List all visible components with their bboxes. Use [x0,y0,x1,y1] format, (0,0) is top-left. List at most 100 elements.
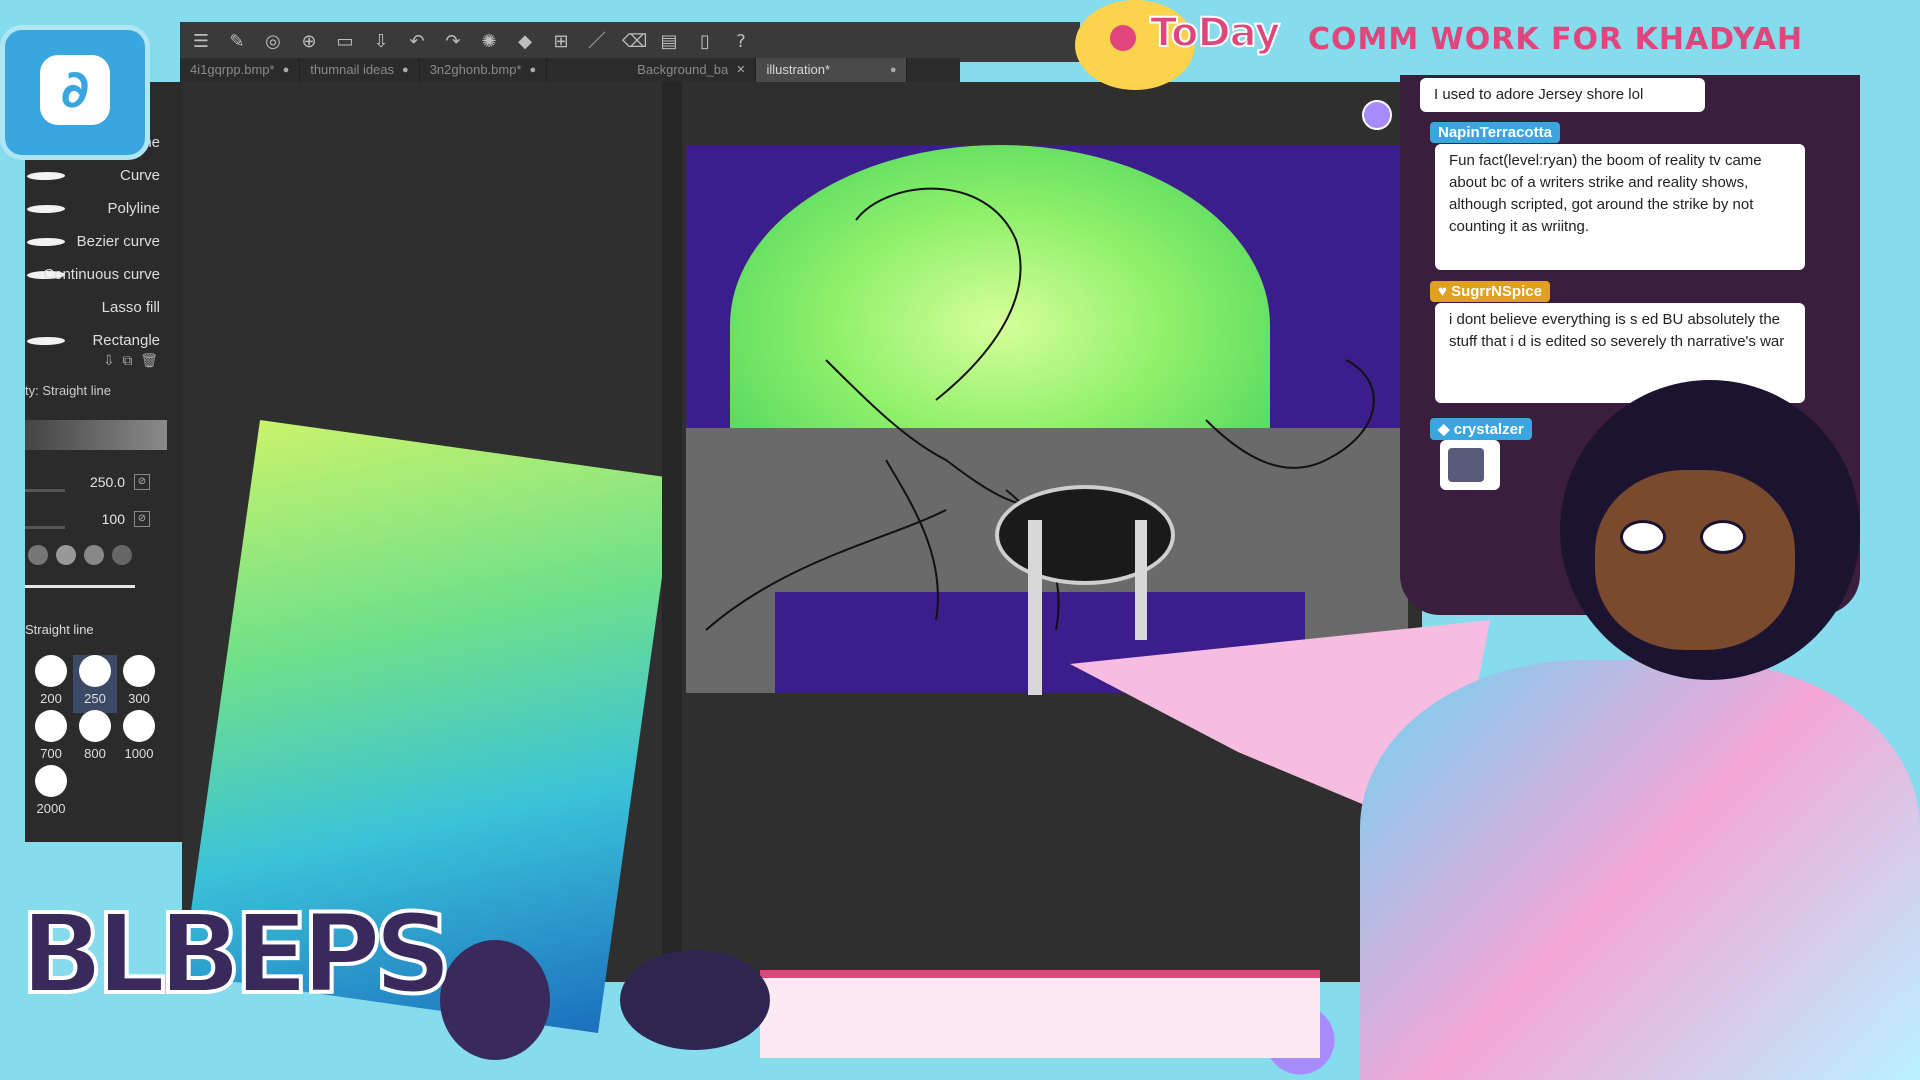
tool-label: Rectangle [92,332,160,349]
brush-size-option[interactable]: 300 [117,655,161,713]
badge-icon: ♥ [1438,283,1447,300]
channel-logo: BLBEPS [18,888,455,1020]
chat-emote-bubble [1440,440,1500,490]
tool-item-curve[interactable]: Curve [25,160,160,192]
unsaved-dot-icon: ● [889,64,897,76]
pressure-toggle-icon[interactable]: ⊘ [134,474,150,490]
tool-item-polyline[interactable]: Polyline [25,193,160,225]
size-slider[interactable]: 250.0 ⊘ [25,472,155,494]
stroke-preview-icon [25,238,67,246]
tool-label: Polyline [107,200,160,217]
size-value[interactable]: 250.0 [90,474,125,490]
brush-icon[interactable]: ◎ [262,31,284,53]
unsaved-dot-icon: ● [529,64,537,76]
brush-dot-icon [123,710,155,742]
transform-icon[interactable]: ⊞ [550,31,572,53]
tab-label: illustration* [766,62,831,77]
menu-icon[interactable]: ☰ [190,31,212,53]
save-icon[interactable]: ⇩ [370,31,392,53]
brush-size-option-selected[interactable]: 250 [73,655,117,713]
loading-icon[interactable]: ✺ [478,31,500,53]
tab-document-active[interactable]: illustration* ● [756,58,908,82]
brush-size-option[interactable]: 700 [29,710,73,768]
eraser-icon[interactable]: ⌫ [622,31,647,53]
brush-size-label: 2000 [36,801,66,816]
phone-icon[interactable]: ▯ [694,31,716,53]
emote-image [1448,448,1484,482]
today-label: ToDay [1149,9,1281,57]
brush-size-label: 1000 [124,746,154,761]
fill-icon[interactable]: ◆ [514,31,536,53]
brush-dot-icon [79,710,111,742]
opacity-slider[interactable]: 100 ⊘ [25,509,155,531]
stream-title: COMM WORK FOR KHADYAH [1308,22,1804,57]
brush-size-label: 250 [84,691,106,706]
brush-size-label: 300 [128,691,150,706]
tab-document[interactable]: 4i1gqrpp.bmp* ● [180,58,301,82]
stool-seat [995,485,1175,585]
tab-document[interactable]: thumnail ideas ● [300,58,420,82]
chat-username-text: crystalzer [1453,421,1524,438]
opacity-value[interactable]: 100 [102,511,125,527]
brush-size-option[interactable]: 800 [73,710,117,768]
avatar-face [1595,470,1795,650]
chat-username: ♥ SugrrNSpice [1430,281,1550,302]
tip-shape-icon[interactable] [84,545,104,565]
tool-item-continuous-curve[interactable]: Continuous curve [25,259,160,291]
tab-document[interactable]: 3n2ghonb.bmp* ● [420,58,548,82]
open-folder-icon[interactable]: ▭ [334,31,356,53]
tool-item-bezier-curve[interactable]: Bezier curve [25,226,160,258]
download-icon[interactable]: ⇩ [103,352,115,368]
help-icon[interactable]: ? [730,31,752,53]
tool-label: Lasso fill [101,299,160,316]
tab-label: 3n2ghonb.bmp* [429,62,522,77]
sketch-lines [705,187,1375,631]
brush-size-title: Straight line [25,622,94,637]
tab-document[interactable]: Background_ba ✕ [627,58,757,82]
brush-size-label: 700 [40,746,62,761]
ruler-icon[interactable]: ▤ [658,31,680,53]
brush-size-label: 800 [84,746,106,761]
new-file-icon[interactable]: ⊕ [298,31,320,53]
app-logo-icon: ∂ [40,55,110,125]
brush-size-option[interactable]: 200 [29,655,73,713]
edit-icon[interactable]: ✎ [226,31,248,53]
duplicate-icon[interactable]: ⧉ [123,352,133,368]
mascot-sticker [620,950,770,1050]
tip-shape-icon[interactable] [56,545,76,565]
panel-splitter[interactable] [662,82,682,982]
slider-track [25,526,65,529]
tip-shape-icon[interactable] [28,545,48,565]
brush-dot-icon [35,710,67,742]
avatar-eye [1700,520,1746,554]
brush-tip-shapes [28,545,132,565]
chat-message-text: I used to adore Jersey shore lol [1434,86,1644,103]
document-tab-bar: 4i1gqrpp.bmp* ● thumnail ideas ● 3n2ghonb.… [180,58,960,82]
badge-icon: ◆ [1438,421,1450,438]
redo-icon[interactable]: ↷ [442,31,464,53]
slider-track [25,489,65,492]
undo-icon[interactable]: ↶ [406,31,428,53]
tip-shape-icon[interactable] [112,545,132,565]
tool-actions: ⇩ ⧉ 🗑 [103,352,158,369]
tool-label: Bezier curve [76,233,160,250]
tool-item-lasso-fill[interactable]: Lasso fill [25,292,160,324]
brush-size-option[interactable]: 1000 [117,710,161,768]
flower-center [1110,25,1136,51]
trash-icon[interactable]: 🗑 [140,352,158,368]
pressure-toggle-icon[interactable]: ⊘ [134,511,150,527]
chat-message-text: Fun fact(level:ryan) the boom of reality… [1449,152,1762,235]
chat-username: ◆ crystalzer [1430,418,1532,440]
brush-size-option[interactable]: 2000 [29,765,73,823]
chat-message: Fun fact(level:ryan) the boom of reality… [1435,144,1805,270]
brush-size-label: 200 [40,691,62,706]
unsaved-dot-icon: ● [282,64,290,76]
tool-label: Curve [119,167,160,184]
tool-property-title: ty: Straight line [25,383,111,398]
pen-icon[interactable]: ／ [586,31,608,53]
mascot-sticker [440,940,550,1060]
chat-username-text: SugrrNSpice [1451,283,1542,300]
close-tab-icon[interactable]: ✕ [736,58,745,82]
brush-dot-icon [79,655,111,687]
chat-message: I used to adore Jersey shore lol [1420,78,1705,112]
